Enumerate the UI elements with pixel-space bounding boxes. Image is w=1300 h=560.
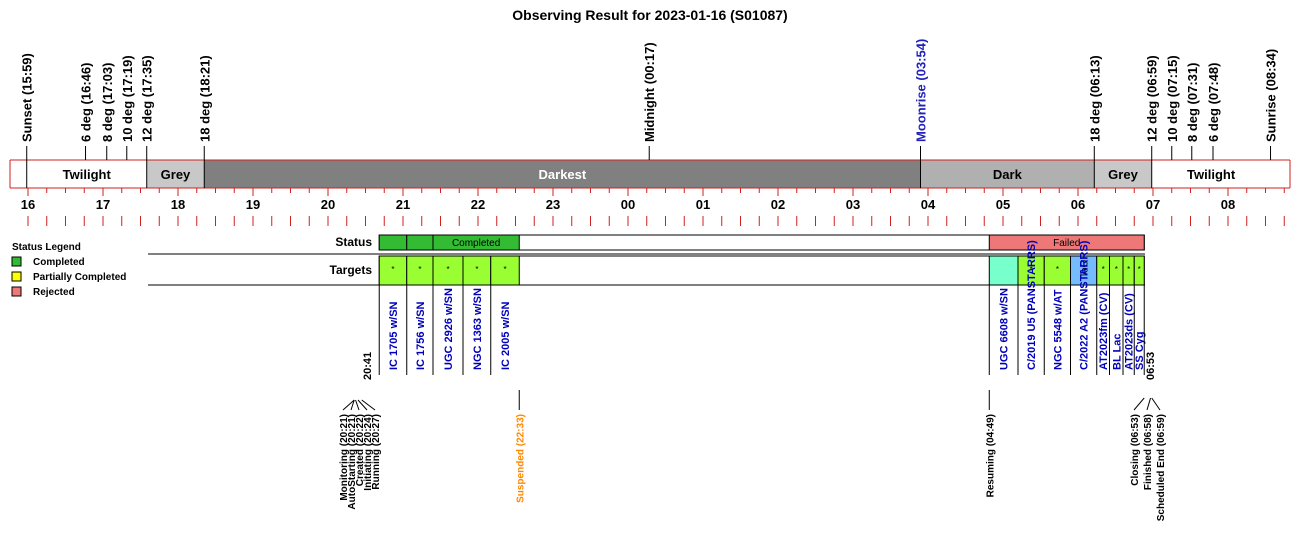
hour-tick-label: 03 — [846, 197, 860, 212]
target-name-label: NGC 1363 w/SN — [472, 288, 484, 370]
hour-tick-label: 01 — [696, 197, 710, 212]
target-name-label: AT2023fm (CV) — [1098, 292, 1110, 370]
target-mark: * — [1115, 265, 1118, 274]
target-name-label: IC 2005 w/SN — [500, 301, 512, 370]
target-mark: * — [1056, 265, 1059, 274]
target-mark: * — [391, 265, 394, 274]
target-mark: * — [475, 265, 478, 274]
event-label: Running (20:27) — [371, 414, 382, 490]
sun-event-label: 8 deg (07:31) — [1185, 63, 1200, 142]
target-mark: * — [1127, 265, 1130, 274]
hour-tick-label: 19 — [246, 197, 260, 212]
hour-tick-label: 20 — [321, 197, 335, 212]
event-connector — [361, 399, 376, 411]
status-block-label: Completed — [452, 238, 500, 249]
target-name-label: IC 1705 w/SN — [388, 301, 400, 370]
event-label: Scheduled End (06:59) — [1156, 414, 1167, 521]
sky-segment-label: Dark — [993, 167, 1023, 182]
hour-tick-label: 16 — [21, 197, 35, 212]
sun-event-label: 12 deg (17:35) — [140, 55, 155, 142]
event-connector — [1151, 397, 1161, 411]
sun-event-label: 10 deg (07:15) — [1165, 55, 1180, 142]
target-mark: * — [503, 265, 506, 274]
target-mark: * — [1102, 265, 1105, 274]
event-label: Closing (06:53) — [1130, 414, 1141, 486]
event-connector — [1133, 397, 1145, 411]
target-name-label: BL Lac — [1111, 334, 1123, 370]
sun-event-label: 6 deg (07:48) — [1206, 63, 1221, 142]
hour-tick-label: 23 — [546, 197, 560, 212]
target-name-label: NGC 5548 w/AT — [1052, 289, 1064, 370]
time-mark-label: 06:53 — [1145, 352, 1157, 380]
hour-tick-label: 17 — [96, 197, 110, 212]
legend-title: Status Legend — [12, 242, 81, 253]
sun-event-label: Moonrise (03:54) — [914, 39, 929, 142]
hour-tick-label: 08 — [1221, 197, 1235, 212]
event-label: Finished (06:58) — [1143, 414, 1154, 490]
sun-event-label: 10 deg (17:19) — [120, 55, 135, 142]
target-mark: * — [418, 265, 421, 274]
status-block — [378, 234, 408, 251]
sky-segment-label: Twilight — [1187, 167, 1236, 182]
target-name-label: C/2022 A2 (PANSTARRS) — [1079, 240, 1091, 370]
sky-segment-label: Darkest — [539, 167, 587, 182]
sun-event-label: Sunset (15:59) — [20, 53, 35, 142]
target-name-label: UGC 2926 w/SN — [443, 288, 455, 370]
hour-tick-label: 21 — [396, 197, 410, 212]
sun-event-label: 6 deg (16:46) — [79, 63, 94, 142]
hour-tick-label: 02 — [771, 197, 785, 212]
event-connector — [357, 399, 368, 411]
sun-event-label: Midnight (00:17) — [642, 42, 657, 142]
sun-event-label: Sunrise (08:34) — [1264, 49, 1279, 142]
sky-segment-label: Twilight — [63, 167, 112, 182]
targets-row-label: Targets — [330, 263, 373, 277]
hour-tick-label: 07 — [1146, 197, 1160, 212]
status-row-label: Status — [335, 235, 372, 249]
hour-tick-label: 22 — [471, 197, 485, 212]
hour-tick-label: 05 — [996, 197, 1010, 212]
sun-event-label: 8 deg (17:03) — [100, 63, 115, 142]
sky-segment-label: Grey — [161, 167, 191, 182]
target-name-label: UGC 6608 w/SN — [999, 288, 1011, 370]
observing-timeline-chart: Observing Result for 2023-01-16 (S01087)… — [9, 7, 1291, 521]
target-name-label: IC 1756 w/SN — [415, 301, 427, 370]
time-mark-label: 20:41 — [362, 352, 374, 380]
status-block-label: Failed — [1053, 238, 1080, 249]
legend-swatch — [11, 286, 22, 297]
legend-swatch — [11, 271, 22, 282]
legend-swatch — [11, 256, 22, 267]
legend-item-label: Completed — [33, 257, 85, 268]
sky-segment-label: Grey — [1108, 167, 1138, 182]
hour-tick-label: 06 — [1071, 197, 1085, 212]
target-block — [988, 255, 1019, 286]
sun-event-label: 18 deg (06:13) — [1087, 55, 1102, 142]
target-mark: * — [1138, 265, 1141, 274]
event-connector — [355, 399, 360, 411]
hour-tick-label: 18 — [171, 197, 185, 212]
status-block — [406, 234, 434, 251]
event-connector — [1146, 397, 1152, 411]
legend-item-label: Rejected — [33, 287, 75, 298]
hour-tick-label: 00 — [621, 197, 635, 212]
target-name-label: C/2019 U5 (PANSTARRS) — [1026, 240, 1038, 370]
hour-tick-label: 04 — [921, 197, 936, 212]
event-label: Resuming (04:49) — [985, 414, 996, 497]
target-mark: * — [446, 265, 449, 274]
sun-event-label: 18 deg (18:21) — [197, 55, 212, 142]
legend-item-label: Partially Completed — [33, 272, 126, 283]
event-label: Suspended (22:33) — [515, 414, 526, 503]
chart-title: Observing Result for 2023-01-16 (S01087) — [512, 7, 787, 23]
sun-event-label: 12 deg (06:59) — [1145, 55, 1160, 142]
